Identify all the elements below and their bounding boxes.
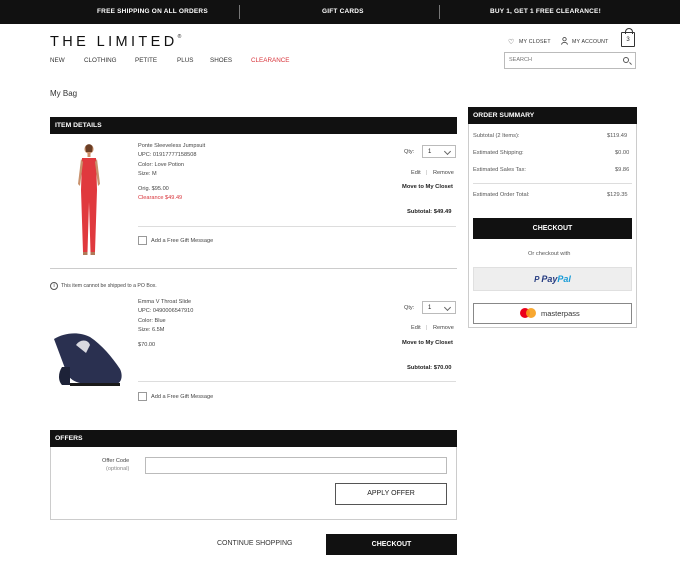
summary-label: Estimated Order Total:	[473, 192, 530, 198]
checkout-button[interactable]: CHECKOUT	[326, 534, 457, 555]
shopping-bag-icon[interactable]: 3	[621, 28, 635, 47]
continue-shopping-link[interactable]: CONTINUE SHOPPING	[217, 540, 292, 547]
user-icon[interactable]	[561, 37, 568, 47]
product-price: $70.00	[138, 342, 156, 348]
or-checkout-with-text: Or checkout with	[528, 251, 571, 257]
po-box-notice: This item cannot be shipped to a PO Box.	[61, 283, 157, 289]
summary-value: $119.49	[607, 133, 628, 139]
offers-heading: OFFERS	[50, 430, 457, 447]
product-size: Size: M	[138, 171, 157, 177]
move-to-closet-link[interactable]: Move to My Closet	[402, 340, 453, 346]
summary-value: $129.35	[607, 192, 628, 198]
nav-petite[interactable]: PETITE	[135, 57, 157, 64]
search-icon[interactable]	[623, 57, 629, 63]
bag-count: 3	[626, 37, 630, 43]
summary-label: Estimated Sales Tax:	[473, 167, 527, 173]
brand-logo[interactable]: THE LIMITED®	[50, 34, 181, 50]
item-subtotal: Subtotal: $70.00	[407, 365, 452, 371]
product-upc: UPC: 01917777158508	[138, 152, 197, 158]
product-clearance-price: Clearance $49.49	[138, 194, 183, 201]
my-account-link[interactable]: MY ACCOUNT	[572, 39, 609, 45]
product-color: Color: Love Potion	[138, 161, 185, 168]
offer-code-label: Offer Code	[102, 458, 130, 464]
remove-link[interactable]: Remove	[433, 170, 454, 176]
nav-shoes[interactable]: SHOES	[210, 57, 232, 64]
nav-clearance[interactable]: CLEARANCE	[251, 57, 290, 64]
my-closet-link[interactable]: MY CLOSET	[519, 39, 551, 45]
nav-clothing[interactable]: CLOTHING	[84, 57, 117, 64]
summary-value: $9.86	[615, 167, 630, 173]
item-details-heading: ITEM DETAILS	[50, 117, 457, 134]
order-summary-heading: ORDER SUMMARY	[468, 107, 637, 124]
summary-label: Estimated Shipping:	[473, 150, 524, 156]
product-image-slide[interactable]	[50, 323, 124, 389]
summary-checkout-button[interactable]: CHECKOUT	[473, 218, 632, 239]
product-image-jumpsuit[interactable]	[73, 142, 105, 258]
qty-label: Qty:	[404, 305, 415, 311]
link-separator: |	[426, 325, 428, 331]
promo-clearance-link[interactable]: BUY 1, GET 1 FREE CLEARANCE!	[490, 8, 601, 15]
apply-offer-button[interactable]: APPLY OFFER	[335, 483, 447, 505]
promo-gift-cards-link[interactable]: GIFT CARDS	[322, 8, 364, 15]
nav-plus[interactable]: PLUS	[177, 57, 193, 64]
search-input[interactable]	[509, 57, 619, 63]
remove-link[interactable]: Remove	[433, 325, 454, 331]
summary-label: Subtotal (2 Items):	[473, 133, 520, 139]
qty-select[interactable]: 1	[422, 145, 456, 158]
product-name[interactable]: Emma V Throat Slide	[138, 298, 191, 307]
masterpass-button[interactable]: masterpass	[473, 303, 632, 324]
gift-message-checkbox[interactable]	[138, 236, 147, 245]
offer-code-input[interactable]	[145, 457, 447, 474]
edit-link[interactable]: Edit	[411, 325, 421, 331]
summary-value: $0.00	[615, 150, 630, 156]
product-color: Color: Blue	[138, 317, 166, 324]
gift-message-label[interactable]: Add a Free Gift Message	[151, 394, 213, 400]
offer-code-optional: (optional)	[106, 466, 130, 472]
move-to-closet-link[interactable]: Move to My Closet	[402, 184, 453, 190]
info-icon: i	[50, 282, 58, 290]
promo-free-shipping-link[interactable]: FREE SHIPPING ON ALL ORDERS	[97, 8, 208, 15]
gift-message-label[interactable]: Add a Free Gift Message	[151, 238, 213, 244]
paypal-button[interactable]: P PayPal	[473, 267, 632, 291]
item-subtotal: Subtotal: $49.49	[407, 209, 452, 215]
product-size: Size: 6.5M	[138, 327, 165, 333]
qty-label: Qty:	[404, 149, 415, 155]
product-upc: UPC: 0490006547910	[138, 308, 194, 314]
heart-icon[interactable]: ♡	[508, 38, 514, 46]
nav-new[interactable]: NEW	[50, 57, 65, 64]
edit-link[interactable]: Edit	[411, 170, 421, 176]
promo-bar: FREE SHIPPING ON ALL ORDERS GIFT CARDS B…	[0, 0, 680, 24]
product-name[interactable]: Ponte Sleeveless Jumpsuit	[138, 142, 205, 151]
link-separator: |	[426, 170, 428, 176]
page-title: My Bag	[50, 89, 78, 98]
qty-select[interactable]: 1	[422, 301, 456, 314]
gift-message-checkbox[interactable]	[138, 392, 147, 401]
search-box[interactable]	[504, 52, 636, 69]
